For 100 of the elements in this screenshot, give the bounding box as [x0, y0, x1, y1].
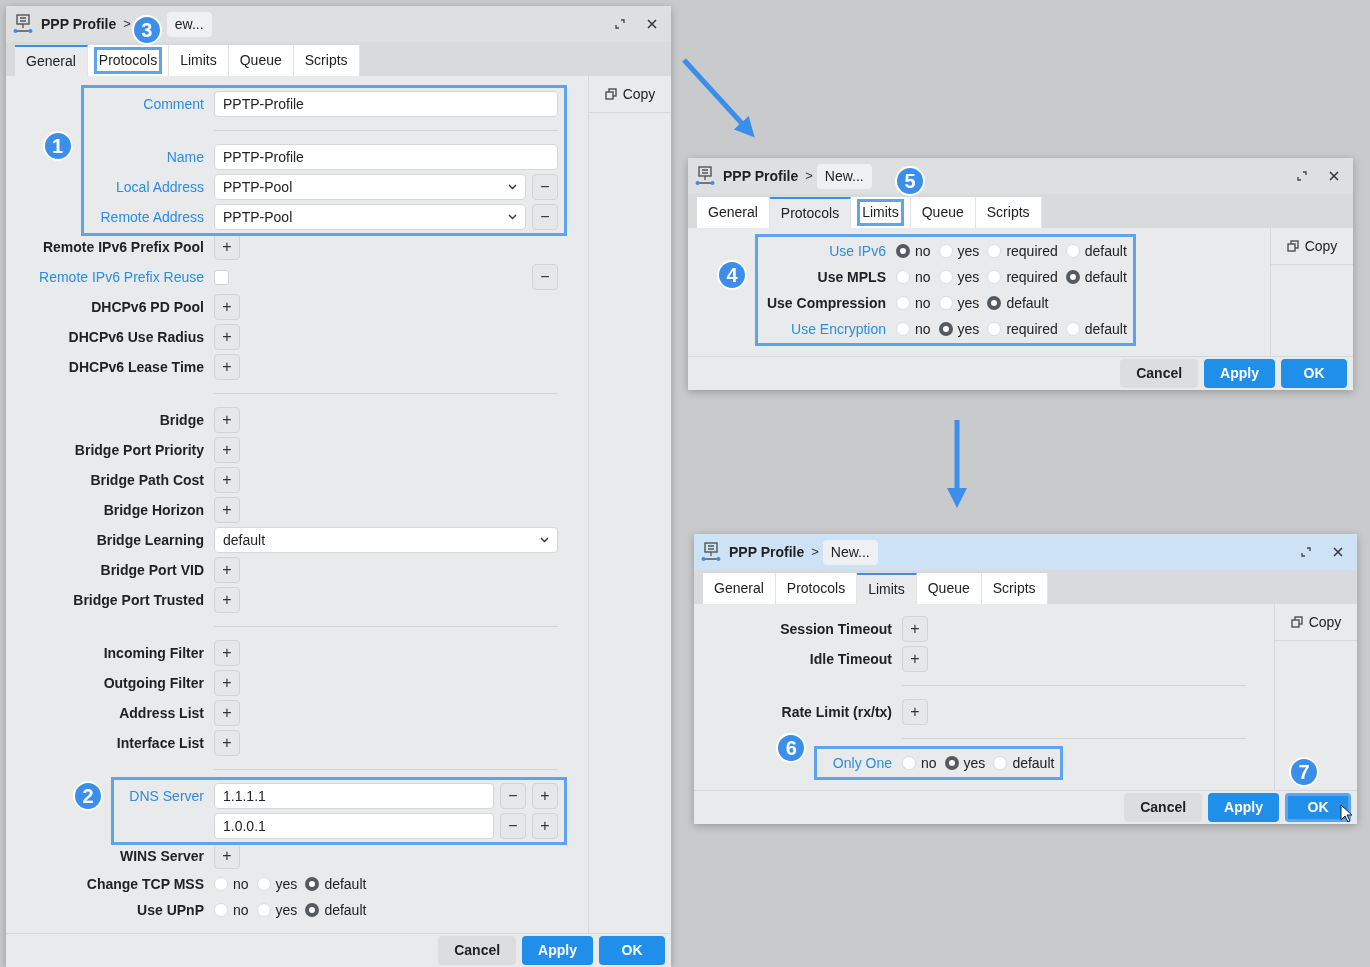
- small-button[interactable]: +: [214, 640, 240, 666]
- small-button[interactable]: +: [532, 813, 558, 839]
- dropdown[interactable]: PPTP-Pool: [214, 204, 526, 230]
- tab[interactable]: General: [15, 45, 88, 76]
- breadcrumb-item[interactable]: New...: [822, 539, 878, 565]
- tab[interactable]: Protocols: [775, 573, 858, 604]
- field-label: Incoming Filter: [103, 643, 204, 663]
- small-button[interactable]: +: [902, 699, 928, 725]
- small-button[interactable]: +: [214, 407, 240, 433]
- secondary-button[interactable]: Cancel: [1124, 793, 1203, 822]
- restore-icon[interactable]: [1297, 171, 1307, 181]
- tab[interactable]: General: [703, 573, 776, 604]
- radio-button[interactable]: [944, 756, 959, 770]
- restore-icon[interactable]: [615, 19, 625, 29]
- tab[interactable]: Queue: [916, 573, 982, 604]
- tab[interactable]: Protocols: [87, 45, 170, 76]
- copy-icon: [1290, 616, 1303, 628]
- small-button[interactable]: +: [902, 616, 928, 642]
- radio-button[interactable]: [1065, 270, 1080, 284]
- radio-label: yes: [275, 900, 298, 920]
- tab[interactable]: Scripts: [981, 573, 1048, 604]
- checkbox[interactable]: [214, 269, 229, 285]
- field-label: DHCPv6 PD Pool: [91, 297, 204, 317]
- small-button[interactable]: +: [214, 324, 240, 350]
- small-button[interactable]: +: [214, 843, 240, 869]
- radio-button[interactable]: [305, 903, 320, 917]
- step-badge: 2: [73, 781, 103, 811]
- chevron-icon: [508, 184, 517, 190]
- text-field[interactable]: 1.1.1.1: [214, 783, 494, 809]
- small-button[interactable]: +: [214, 670, 240, 696]
- breadcrumb-item[interactable]: New...: [816, 163, 872, 189]
- network-icon: [694, 165, 716, 187]
- close-icon[interactable]: [647, 19, 657, 29]
- field-label: Interface List: [116, 733, 204, 753]
- copy-button[interactable]: Copy: [604, 83, 656, 105]
- small-button[interactable]: +: [214, 234, 240, 260]
- window-title: PPP Profile: [729, 542, 805, 562]
- text-field[interactable]: 1.0.0.1: [214, 813, 494, 839]
- small-button[interactable]: −: [500, 813, 526, 839]
- tab[interactable]: General: [697, 197, 770, 228]
- restore-icon[interactable]: [1301, 547, 1311, 557]
- field-label: Bridge Port VID: [100, 560, 204, 580]
- tab[interactable]: Limits: [851, 197, 911, 228]
- breadcrumb-item[interactable]: ew...: [166, 11, 212, 37]
- close-icon[interactable]: [1333, 547, 1343, 557]
- tab[interactable]: Scripts: [293, 45, 360, 76]
- radio-label: required: [1006, 267, 1058, 287]
- step-badge: 6: [776, 733, 807, 763]
- radio-label: yes: [963, 753, 986, 773]
- small-button[interactable]: +: [902, 646, 928, 672]
- small-button[interactable]: −: [532, 174, 558, 200]
- secondary-button[interactable]: Cancel: [438, 936, 517, 965]
- small-button[interactable]: +: [214, 730, 240, 756]
- tab[interactable]: Scripts: [975, 197, 1042, 228]
- step-badge: 1: [42, 130, 73, 161]
- dropdown[interactable]: PPTP-Pool: [214, 174, 526, 200]
- dropdown[interactable]: default: [214, 527, 558, 553]
- small-button[interactable]: +: [214, 557, 240, 583]
- radio-button[interactable]: [305, 877, 320, 891]
- field-label: Use UPnP: [137, 900, 204, 920]
- small-button[interactable]: +: [214, 294, 240, 320]
- small-button[interactable]: −: [532, 204, 558, 230]
- radio-button[interactable]: [938, 322, 953, 336]
- radio-label: required: [1006, 319, 1058, 339]
- radio-label: no: [915, 267, 931, 287]
- small-button[interactable]: +: [214, 354, 240, 380]
- small-button[interactable]: +: [214, 437, 240, 463]
- small-button[interactable]: +: [532, 783, 558, 809]
- text-field[interactable]: PPTP-Profile: [214, 91, 558, 117]
- secondary-button[interactable]: Cancel: [1120, 359, 1199, 388]
- window-title: PPP Profile: [723, 166, 799, 186]
- copy-button[interactable]: Copy: [1290, 611, 1342, 633]
- close-icon[interactable]: [1329, 171, 1339, 181]
- tab[interactable]: Limits: [857, 573, 917, 604]
- radio-label: yes: [957, 267, 980, 287]
- small-button[interactable]: +: [214, 467, 240, 493]
- small-button[interactable]: +: [214, 497, 240, 523]
- small-button[interactable]: −: [500, 783, 526, 809]
- chevron-icon: [508, 214, 517, 220]
- radio-button[interactable]: [896, 244, 910, 258]
- field-label: DNS Server: [129, 786, 204, 806]
- text-field[interactable]: PPTP-Profile: [214, 144, 558, 170]
- small-button[interactable]: +: [214, 587, 240, 613]
- small-button[interactable]: −: [532, 264, 558, 290]
- tab[interactable]: Queue: [910, 197, 976, 228]
- field-label: Use Encryption: [791, 319, 886, 339]
- radio-label: default: [324, 900, 367, 920]
- field-label: DHCPv6 Lease Time: [68, 357, 204, 377]
- field-label: Session Timeout: [780, 619, 892, 639]
- copy-button[interactable]: Copy: [1286, 235, 1338, 257]
- tab[interactable]: Queue: [228, 45, 294, 76]
- tab[interactable]: Protocols: [769, 197, 852, 228]
- radio-button[interactable]: [987, 296, 1002, 310]
- tab[interactable]: Limits: [169, 45, 229, 76]
- field-label: Bridge Horizon: [103, 500, 204, 520]
- field-label: Name: [166, 147, 204, 167]
- window-title: PPP Profile: [41, 14, 117, 34]
- field-label: Bridge: [159, 410, 204, 430]
- network-icon: [12, 13, 34, 35]
- small-button[interactable]: +: [214, 700, 240, 726]
